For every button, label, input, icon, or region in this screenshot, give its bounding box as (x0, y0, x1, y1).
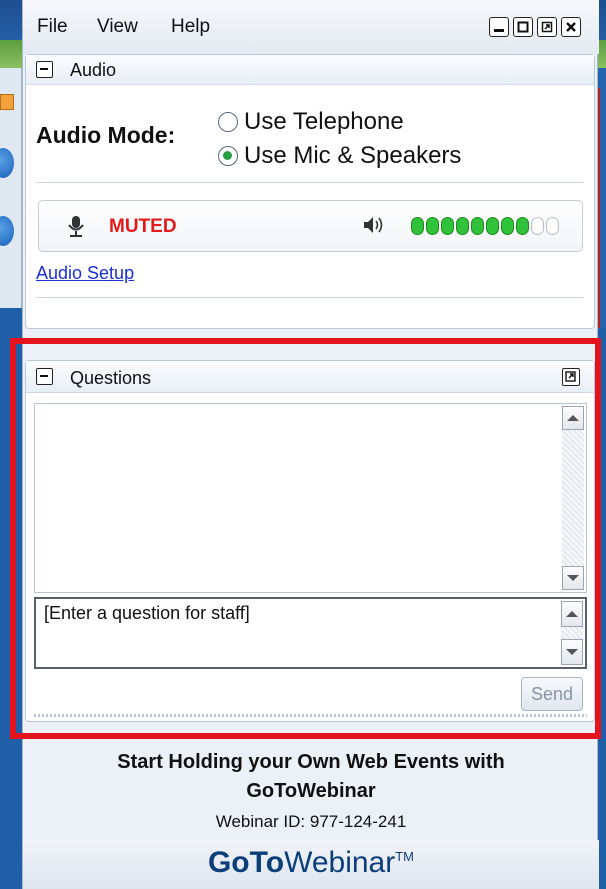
level-dot-on (426, 217, 439, 235)
logo-trademark: TM (395, 849, 415, 864)
level-dot-on (411, 217, 424, 235)
logo-webinar: Webinar (284, 846, 396, 879)
brand-band: GoToWebinarTM (23, 840, 599, 889)
level-dot-on (486, 217, 499, 235)
menu-file[interactable]: File (37, 16, 68, 38)
promo-line-2[interactable]: GoToWebinar (23, 777, 599, 806)
level-dot-off (546, 217, 559, 235)
minimize-icon (494, 29, 504, 32)
webinar-id: Webinar ID: 977-124-241 (215, 812, 407, 831)
background-app-left-strip (0, 68, 22, 308)
menu-view[interactable]: View (97, 16, 138, 38)
audio-section-header: Audio (26, 55, 594, 85)
speaker-icon (364, 217, 383, 233)
background-circle-button (0, 216, 14, 246)
highlight-frame (10, 338, 601, 739)
background-circle-button (0, 148, 14, 178)
radio-use-mic-speakers[interactable]: Use Mic & Speakers (218, 142, 461, 170)
audio-status-box: MUTED (38, 200, 583, 252)
logo-goto: GoTo (207, 846, 285, 879)
radio-label: Use Mic & Speakers (244, 142, 462, 169)
menu-help[interactable]: Help (171, 16, 210, 38)
promo-text: Start Holding your Own Web Events with G… (23, 748, 599, 806)
background-arrow-tab (0, 94, 14, 110)
radio-label: Use Telephone (244, 108, 404, 135)
radio-button[interactable] (218, 112, 238, 132)
gotowebinar-logo: GoToWebinarTM (23, 846, 599, 880)
maximize-icon (517, 21, 529, 33)
audio-mode-label: Audio Mode: (36, 122, 176, 148)
audio-section: Audio Audio Mode: Use Telephone Use Mic … (25, 54, 595, 329)
restore-icon (541, 21, 553, 33)
background-red-line (598, 88, 600, 328)
minimize-button[interactable] (489, 17, 509, 37)
close-icon (566, 22, 576, 32)
divider (36, 182, 584, 183)
audio-setup-link[interactable]: Audio Setup (36, 263, 134, 284)
level-dot-on (516, 217, 529, 235)
radio-use-telephone[interactable]: Use Telephone (218, 108, 404, 136)
maximize-button[interactable] (513, 17, 533, 37)
menu-bar: File View Help (23, 0, 599, 54)
audio-section-title: Audio (70, 60, 117, 80)
restore-button[interactable] (537, 17, 557, 37)
close-button[interactable] (561, 17, 581, 37)
promo-line-1: Start Holding your Own Web Events with (117, 751, 505, 773)
level-dot-on (441, 217, 454, 235)
collapse-audio-button[interactable] (36, 61, 53, 78)
level-dot-on (471, 217, 484, 235)
level-dot-on (501, 217, 514, 235)
level-dot-on (456, 217, 469, 235)
level-dot-off (531, 217, 544, 235)
radio-button-selected[interactable] (218, 146, 238, 166)
speaker-level-meter (411, 217, 559, 235)
divider (36, 297, 584, 298)
mic-muted-status: MUTED (109, 216, 177, 237)
microphone-icon[interactable] (67, 215, 85, 239)
